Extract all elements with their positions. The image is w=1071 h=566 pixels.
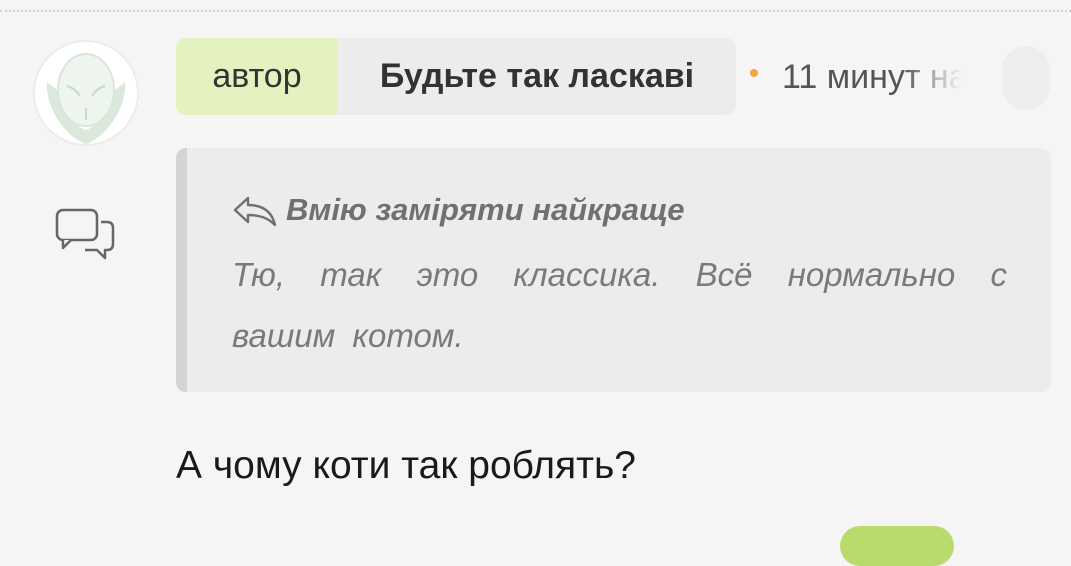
author-badge: автор xyxy=(176,38,338,115)
alien-avatar-icon xyxy=(46,53,126,144)
quote-text: Тю, так это классика. Всё нормально с ва… xyxy=(232,256,1007,354)
avatar[interactable] xyxy=(33,40,139,146)
quote-author-name: Вмію заміряти найкраще xyxy=(286,192,685,227)
timestamp-container: 11 минут назад xyxy=(782,52,972,102)
top-divider xyxy=(0,10,1071,12)
like-button[interactable] xyxy=(840,526,954,566)
quoted-reply[interactable]: Вмію заміряти найкраще Тю, так это класс… xyxy=(176,148,1051,392)
timestamp-fade xyxy=(902,52,972,102)
comment-message: А чому коти так роблять? xyxy=(176,444,636,487)
reply-arrow-icon xyxy=(233,196,277,226)
separator-dot xyxy=(750,69,758,77)
reply-speech-bubbles-icon[interactable] xyxy=(55,206,117,260)
more-options-button[interactable] xyxy=(1002,46,1050,110)
quote-bar xyxy=(176,148,187,392)
quote-author-row: Вмію заміряти найкраще xyxy=(232,188,685,232)
author-name[interactable]: Будьте так ласкаві xyxy=(338,38,736,115)
